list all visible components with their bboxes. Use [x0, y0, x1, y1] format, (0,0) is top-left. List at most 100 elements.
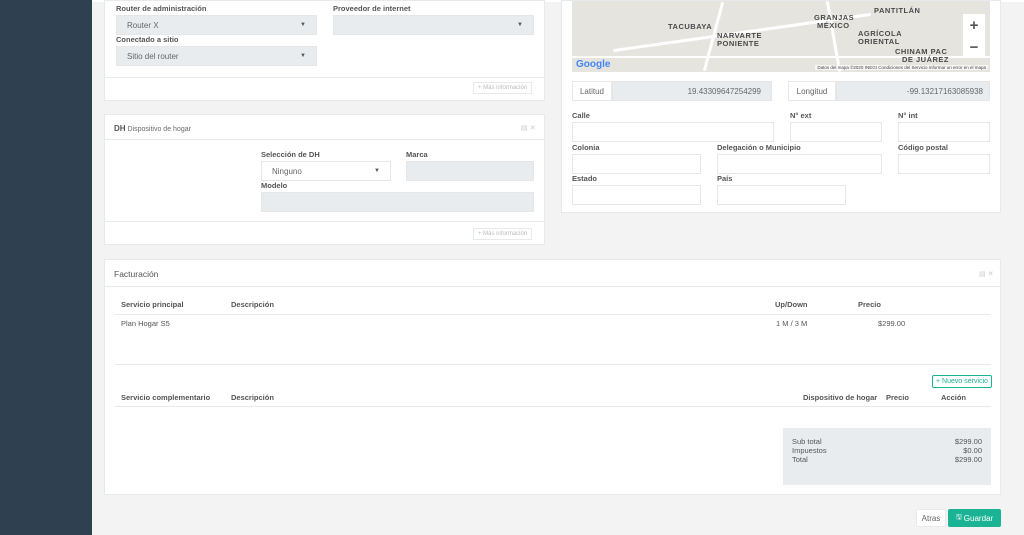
model-label: Modelo	[261, 181, 288, 190]
map-attribution[interactable]: Datos del mapa ©2020 INEGI Condiciones d…	[815, 65, 988, 70]
divider	[105, 221, 544, 222]
router-admin-value: Router X	[127, 20, 159, 30]
delegacion-input[interactable]	[717, 154, 882, 174]
main-service-cell: Plan Hogar S5	[121, 319, 170, 328]
connected-site-label: Conectado a sitio	[116, 35, 179, 44]
more-info-button[interactable]: + Más información	[473, 82, 533, 94]
panel-tools: ▤✕	[521, 124, 538, 132]
comp-service-header: Servicio complementario	[121, 393, 211, 402]
int-number-input[interactable]	[898, 122, 990, 142]
main-price-cell: $299.00	[878, 319, 906, 328]
close-icon[interactable]: ✕	[530, 125, 538, 132]
divider	[115, 364, 991, 365]
estado-label: Estado	[572, 174, 598, 183]
subtotal-row: Sub total $299.00	[792, 437, 982, 446]
total-row: Total $299.00	[792, 455, 982, 464]
pais-input[interactable]	[717, 185, 846, 205]
main-updown-header: Up/Down	[775, 300, 808, 309]
delegacion-label: Delegación o Municipio	[717, 143, 801, 152]
billing-title: Facturación	[114, 269, 159, 279]
comp-price-header: Precio	[886, 393, 909, 402]
longitude-field[interactable]: -99.13217163085938	[836, 81, 990, 101]
longitude-label-box: Longitud	[788, 81, 836, 101]
map-label: TACUBAYA	[668, 22, 713, 31]
pais-label: País	[717, 174, 733, 183]
dh-title: DH	[114, 124, 126, 133]
floppy-icon: 🖫	[955, 513, 962, 521]
longitude-value: -99.13217163085938	[906, 86, 983, 96]
latitude-value: 19.43309647254299	[687, 86, 761, 96]
comp-action-header: Acción	[941, 393, 967, 402]
new-service-label: + Nuevo servicio	[936, 378, 988, 385]
location-panel: TACUBAYA NARVARTE PONIENTE GRANJAS MÉXIC…	[561, 0, 1001, 213]
postal-code-input[interactable]	[898, 154, 990, 174]
main-service-header: Servicio principal	[121, 300, 184, 309]
dh-panel: DH Dispositivo de hogar ▤✕ Selección de …	[104, 114, 545, 245]
back-label: Atras	[921, 513, 941, 523]
zoom-in-button[interactable]: +	[963, 14, 985, 36]
map-label: PONIENTE	[717, 39, 760, 48]
chevron-down-icon: ▼	[300, 53, 306, 59]
connected-site-value: Sitio del router	[127, 51, 179, 61]
back-button[interactable]: Atras	[916, 509, 946, 527]
dh-panel-title: DH Dispositivo de hogar	[114, 124, 191, 133]
panel-tools: ▤✕	[979, 270, 996, 278]
model-field[interactable]	[261, 192, 534, 212]
latitude-label-box: Latitud	[572, 81, 612, 101]
chevron-down-icon: ▼	[517, 22, 523, 28]
estado-input[interactable]	[572, 185, 701, 205]
sidebar	[0, 0, 92, 535]
router-panel: Router de administración Router X ▼ Prov…	[104, 0, 545, 101]
subtotal-value: $299.00	[954, 437, 982, 446]
dh-selection-select[interactable]: Ninguno ▼	[261, 161, 391, 181]
main-description-header: Descripción	[231, 300, 274, 309]
divider	[105, 139, 544, 140]
brand-label: Marca	[406, 150, 428, 159]
isp-label: Proveedor de internet	[333, 4, 411, 13]
connected-site-select[interactable]: Sitio del router ▼	[116, 46, 317, 66]
router-admin-label: Router de administración	[116, 4, 207, 13]
zoom-out-button[interactable]: −	[963, 36, 985, 58]
main-updown-cell: 1 M / 3 M	[776, 319, 808, 328]
save-label: Guardar	[963, 513, 994, 523]
colonia-input[interactable]	[572, 154, 701, 174]
close-icon[interactable]: ✕	[988, 271, 996, 278]
divider	[115, 314, 991, 315]
map-label: ORIENTAL	[858, 37, 900, 46]
totals-box: Sub total $299.00 Impuestos $0.00 Total …	[783, 428, 991, 485]
save-button[interactable]: 🖫 Guardar	[948, 509, 1001, 527]
street-label: Calle	[572, 111, 590, 120]
router-admin-select[interactable]: Router X ▼	[116, 15, 317, 35]
google-logo: Google	[576, 59, 611, 70]
latitude-label: Latitud	[579, 86, 605, 96]
map-label: MÉXICO	[817, 21, 850, 30]
map-label: DE JUÁREZ	[902, 55, 950, 64]
isp-select[interactable]: ▼	[333, 15, 534, 35]
minimize-icon[interactable]: ▤	[521, 125, 530, 132]
total-value: $299.00	[954, 455, 982, 464]
comp-description-header: Descripción	[231, 393, 274, 402]
brand-field[interactable]	[406, 161, 534, 181]
int-number-label: N° int	[898, 111, 918, 120]
minimize-icon[interactable]: ▤	[979, 271, 988, 278]
tax-label: Impuestos	[792, 446, 827, 455]
divider	[105, 286, 1000, 287]
billing-panel: Facturación ▤✕ Servicio principal Descri…	[104, 259, 1001, 495]
more-info-button[interactable]: + Más información	[473, 228, 533, 240]
ext-number-input[interactable]	[790, 122, 882, 142]
tax-value: $0.00	[963, 446, 982, 455]
new-service-button[interactable]: + Nuevo servicio	[932, 375, 992, 388]
main-price-header: Precio	[858, 300, 881, 309]
divider	[105, 77, 544, 78]
total-label: Total	[792, 455, 808, 464]
map[interactable]: TACUBAYA NARVARTE PONIENTE GRANJAS MÉXIC…	[572, 1, 990, 72]
longitude-label: Longitud	[796, 86, 828, 96]
dh-selection-label: Selección de DH	[261, 150, 320, 159]
tax-row: Impuestos $0.00	[792, 446, 982, 455]
dh-subtitle: Dispositivo de hogar	[127, 126, 191, 133]
map-road	[825, 1, 842, 72]
street-input[interactable]	[572, 122, 774, 142]
latitude-field[interactable]: 19.43309647254299	[612, 81, 772, 101]
comp-device-header: Dispositivo de hogar	[803, 393, 878, 402]
table-row[interactable]: Plan Hogar S5 1 M / 3 M $299.00	[115, 316, 991, 332]
